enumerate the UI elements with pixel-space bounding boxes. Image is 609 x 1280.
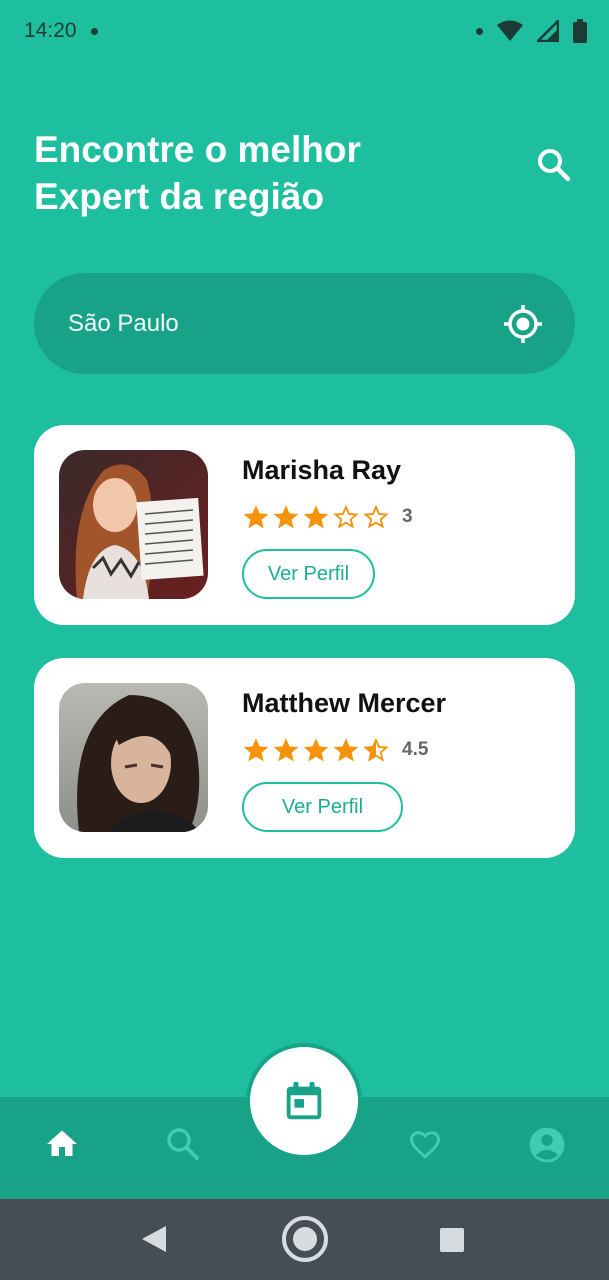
expert-card[interactable]: Matthew Mercer 4.5 Ver Perfil — [34, 658, 575, 858]
status-time: 14:20 — [24, 19, 77, 42]
star-outline-icon — [363, 504, 389, 529]
star-filled-icon — [303, 505, 329, 529]
rating-value: 3 — [402, 506, 413, 527]
status-left: 14:20 — [24, 19, 98, 43]
star-half-icon — [363, 737, 389, 762]
page-title-line-1: Encontre o melhor — [34, 129, 361, 170]
status-bar: 14:20 — [0, 0, 609, 62]
star-filled-icon — [273, 505, 299, 529]
avatar — [59, 450, 208, 599]
star-filled-icon — [243, 738, 269, 762]
location-value: São Paulo — [68, 309, 179, 337]
view-profile-button[interactable]: Ver Perfil — [242, 549, 375, 599]
notification-dot-icon — [476, 27, 483, 35]
star-filled-icon — [333, 738, 359, 762]
star-filled-icon — [273, 738, 299, 762]
calendar-button[interactable] — [246, 1043, 362, 1159]
status-right — [476, 19, 587, 43]
avatar — [59, 683, 208, 832]
page-title-line-2: Expert da região — [34, 176, 324, 217]
back-icon[interactable] — [140, 1224, 168, 1254]
search-icon[interactable] — [537, 148, 571, 182]
gps-target-icon[interactable] — [503, 304, 543, 344]
home-button-icon[interactable] — [280, 1214, 330, 1264]
page-title: Encontre o melhor Expert da região — [34, 126, 434, 220]
location-field[interactable]: São Paulo — [34, 273, 575, 374]
star-rating: 4.5 — [242, 736, 428, 764]
system-nav-bar — [0, 1199, 609, 1280]
signal-icon — [537, 20, 559, 42]
star-filled-icon — [303, 738, 329, 762]
star-filled-icon — [243, 505, 269, 529]
calendar-icon — [286, 1081, 322, 1120]
heart-icon[interactable] — [406, 1126, 444, 1162]
star-outline-icon — [333, 504, 359, 529]
notification-dot-icon — [90, 27, 98, 35]
home-icon[interactable] — [44, 1126, 80, 1162]
recents-icon[interactable] — [439, 1227, 465, 1253]
expert-name: Matthew Mercer — [242, 688, 447, 718]
expert-card[interactable]: Marisha Ray 3 Ver Perfil — [34, 425, 575, 625]
rating-value: 4.5 — [402, 739, 429, 760]
battery-icon — [573, 19, 587, 43]
search-icon[interactable] — [166, 1126, 200, 1162]
wifi-icon — [497, 20, 523, 41]
star-rating: 3 — [242, 503, 413, 531]
account-icon[interactable] — [528, 1126, 566, 1164]
view-profile-button[interactable]: Ver Perfil — [242, 782, 403, 832]
header: Encontre o melhor Expert da região — [34, 126, 575, 220]
expert-name: Marisha Ray — [242, 455, 402, 485]
